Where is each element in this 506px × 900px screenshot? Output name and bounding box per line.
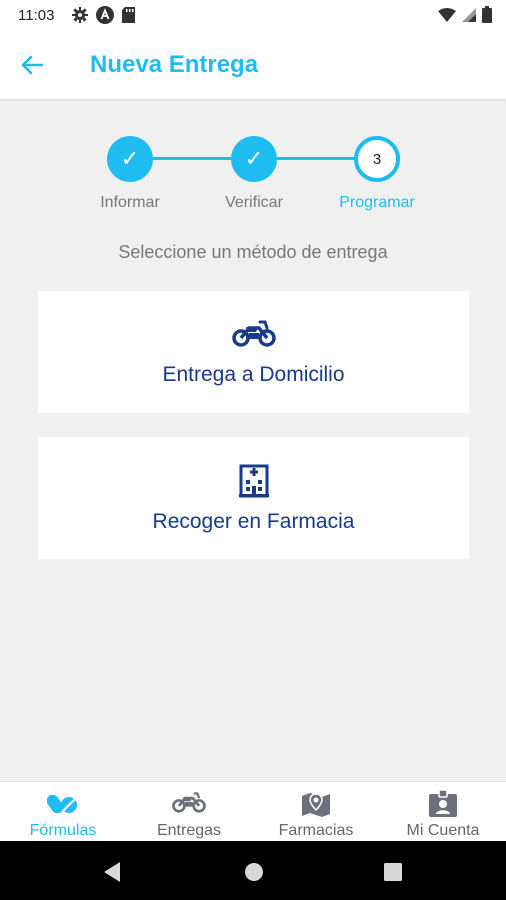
pharmacy-pickup-label: Recoger en Farmacia bbox=[152, 510, 355, 533]
check-icon: ✓ bbox=[244, 146, 264, 171]
map-pin-icon bbox=[302, 793, 330, 817]
nav-label-formulas: Fórmulas bbox=[29, 822, 97, 839]
id-badge-icon bbox=[429, 790, 457, 817]
step-label-verificar: Verificar bbox=[225, 194, 283, 211]
system-back-button[interactable] bbox=[102, 861, 122, 883]
nav-label-farmacias: Farmacias bbox=[278, 822, 354, 839]
nav-label-mi-cuenta: Mi Cuenta bbox=[406, 822, 480, 839]
bottom-navigation: Fórmulas Entregas Farmacias Mi Cuenta bbox=[0, 781, 506, 842]
step-2-circle: ✓ bbox=[231, 136, 277, 182]
nav-item-mi-cuenta[interactable]: Mi Cuenta bbox=[380, 782, 506, 842]
step-1-circle: ✓ bbox=[107, 136, 153, 182]
arrow-left-icon bbox=[21, 55, 44, 75]
progress-stepper: ✓ ✓ 3 Informar Verificar Programar bbox=[0, 135, 506, 225]
step-connector bbox=[153, 157, 231, 160]
system-recents-button[interactable] bbox=[384, 863, 402, 881]
home-delivery-option[interactable]: Entrega a Domicilio bbox=[38, 291, 469, 413]
check-icon: ✓ bbox=[120, 146, 140, 171]
nav-item-farmacias[interactable]: Farmacias bbox=[253, 782, 379, 842]
home-delivery-label: Entrega a Domicilio bbox=[162, 363, 345, 386]
nav-item-formulas[interactable]: Fórmulas bbox=[0, 782, 126, 842]
system-navigation-bar bbox=[0, 841, 506, 900]
wifi-icon bbox=[438, 7, 456, 22]
step-connector bbox=[277, 157, 355, 160]
status-bar: 11:03 bbox=[0, 0, 506, 32]
system-home-button[interactable] bbox=[244, 862, 264, 882]
step-3-circle: 3 bbox=[354, 136, 400, 182]
status-left-icons bbox=[72, 6, 135, 24]
pharmacy-building-icon bbox=[238, 464, 269, 498]
app-bar: Nueva Entrega bbox=[0, 32, 506, 100]
pharmacy-pickup-option[interactable]: Recoger en Farmacia bbox=[38, 437, 469, 559]
signal-icon bbox=[462, 7, 476, 22]
nav-label-entregas: Entregas bbox=[156, 822, 222, 839]
nav-item-entregas[interactable]: Entregas bbox=[126, 782, 252, 842]
motorcycle-icon bbox=[172, 792, 206, 813]
step-label-informar: Informar bbox=[100, 194, 160, 211]
gear-icon bbox=[72, 7, 88, 23]
back-button[interactable] bbox=[18, 50, 48, 80]
delivery-method-prompt: Seleccione un método de entrega bbox=[118, 242, 388, 262]
status-time: 11:03 bbox=[18, 7, 55, 24]
app-a-icon bbox=[96, 6, 114, 24]
status-right-icons bbox=[438, 6, 492, 23]
pills-icon bbox=[47, 794, 77, 814]
step-label-programar: Programar bbox=[339, 194, 415, 211]
sd-card-icon bbox=[122, 7, 135, 23]
page-title: Nueva Entrega bbox=[90, 51, 259, 78]
motorcycle-icon bbox=[231, 320, 276, 347]
battery-icon bbox=[482, 6, 492, 23]
step-number: 3 bbox=[372, 150, 382, 168]
